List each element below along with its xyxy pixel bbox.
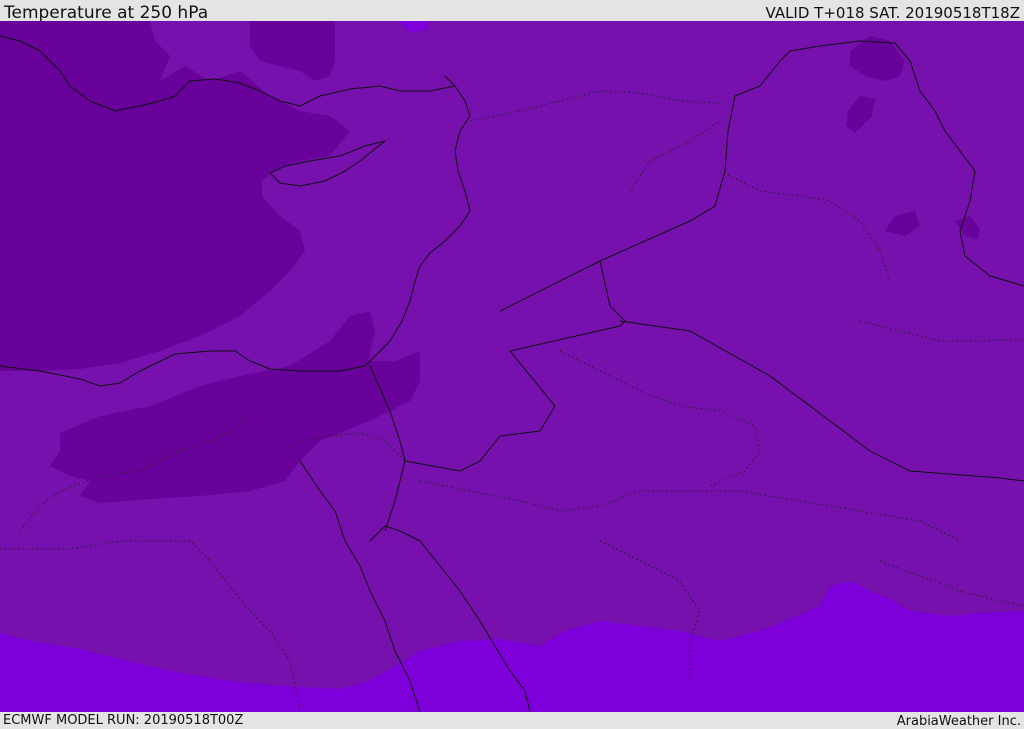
map-footer: ECMWF MODEL RUN: 20190518T00Z ArabiaWeat… xyxy=(0,712,1024,729)
map-header: Temperature at 250 hPa VALID T+018 SAT. … xyxy=(0,0,1024,23)
valid-time-label: VALID T+018 SAT. 20190518T18Z xyxy=(765,4,1020,22)
model-run-label: ECMWF MODEL RUN: 20190518T00Z xyxy=(3,713,244,728)
map-panel[interactable] xyxy=(0,21,1024,712)
map-title: Temperature at 250 hPa xyxy=(4,3,209,23)
temperature-map xyxy=(0,21,1024,712)
credit-label: ArabiaWeather Inc. xyxy=(896,714,1021,729)
weather-map-page: Temperature at 250 hPa VALID T+018 SAT. … xyxy=(0,0,1024,729)
